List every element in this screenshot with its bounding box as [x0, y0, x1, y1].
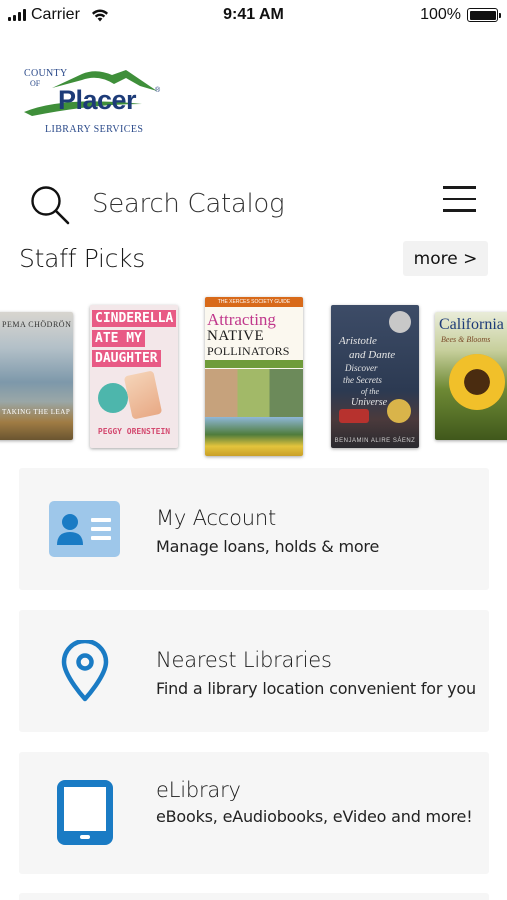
card-title: eLibrary — [156, 778, 241, 802]
book-title-line: CINDERELLA — [92, 310, 177, 327]
book-title-line: NATIVE — [207, 328, 265, 344]
book-author: PEGGY ORENSTEIN — [97, 427, 171, 436]
location-pin-icon — [61, 640, 109, 702]
search-icon[interactable] — [28, 183, 72, 227]
hamburger-menu-icon[interactable] — [443, 186, 477, 214]
logo-of-text: OF — [30, 79, 41, 88]
book-illustration — [123, 370, 163, 420]
book-title-line: DAUGHTER — [92, 350, 161, 367]
tablet-icon — [57, 780, 113, 845]
card-title: My Account — [156, 506, 277, 530]
book-title-line: and Dante — [349, 349, 396, 361]
next-menu-card[interactable] — [19, 893, 489, 900]
staff-picks-title: Staff Picks — [19, 244, 145, 273]
book-title-line: Discover — [345, 363, 378, 373]
book-author: BENJAMIN ALIRE SÁENZ — [334, 438, 416, 444]
logo-county-text: COUNTY — [24, 68, 68, 79]
book-badge — [98, 383, 128, 413]
book-cover-taking-the-leap[interactable]: PEMA CHÖDRÖN TAKING THE LEAP — [0, 312, 73, 440]
book-cover-attracting-native-pollinators[interactable]: THE XERCES SOCIETY GUIDE Attracting NATI… — [205, 297, 303, 456]
book-title-line: of the — [361, 387, 379, 396]
my-account-card[interactable]: My Account Manage loans, holds & more — [19, 468, 489, 590]
status-right: 100% — [420, 6, 501, 24]
book-series: THE XERCES SOCIETY GUIDE — [205, 297, 303, 307]
card-description: eBooks, eAudiobooks, eVideo and more! — [156, 807, 473, 826]
book-title-line: Attracting — [207, 310, 276, 329]
card-description: Find a library location convenient for y… — [156, 679, 476, 698]
book-title-line: Bees & Blooms — [441, 335, 491, 344]
book-title-line: California — [439, 316, 504, 333]
more-button[interactable]: more > — [403, 241, 488, 276]
book-cover-cinderella-ate-my-daughter[interactable]: CINDERELLA ATE MY DAUGHTER PEGGY ORENSTE… — [90, 305, 178, 448]
battery-percent: 100% — [420, 6, 461, 23]
account-card-icon — [49, 501, 120, 557]
book-title-line: ATE MY — [92, 330, 145, 347]
book-sunflower-image — [449, 354, 505, 410]
nearest-libraries-card[interactable]: Nearest Libraries Find a library locatio… — [19, 610, 489, 732]
elibrary-card[interactable]: eLibrary eBooks, eAudiobooks, eVideo and… — [19, 752, 489, 874]
placer-library-logo: COUNTY OF Placer ® LIBRARY SERVICES — [22, 66, 167, 138]
card-description: Manage loans, holds & more — [156, 537, 380, 556]
status-bar: Carrier 9:41 AM 100% — [0, 0, 507, 32]
book-title-line: Aristotle — [339, 335, 377, 347]
book-title-line: Universe — [351, 397, 388, 408]
book-title-line: the Secrets — [343, 375, 382, 385]
book-cover-california-bees-blooms[interactable]: California Bees & Blooms — [435, 312, 507, 440]
book-award-seal — [387, 399, 411, 423]
book-title-line: POLLINATORS — [207, 344, 290, 358]
search-row[interactable]: Search Catalog — [0, 175, 507, 235]
book-photos — [205, 369, 303, 417]
book-cover-aristotle-and-dante[interactable]: Aristotle and Dante Discover the Secrets… — [331, 305, 419, 448]
logo-name-text: Placer — [58, 85, 137, 115]
book-award-seal — [389, 311, 411, 333]
search-input[interactable]: Search Catalog — [92, 189, 285, 219]
book-field-image — [205, 417, 303, 456]
battery-icon — [467, 8, 501, 22]
logo-registered-mark: ® — [155, 87, 161, 94]
card-title: Nearest Libraries — [156, 648, 332, 672]
book-subtitle-strip — [205, 360, 303, 368]
book-truck-image — [339, 409, 369, 423]
logo-subtitle: LIBRARY SERVICES — [45, 124, 144, 135]
book-author: PEMA CHÖDRÖN — [2, 320, 72, 329]
book-title: TAKING THE LEAP — [2, 408, 71, 416]
